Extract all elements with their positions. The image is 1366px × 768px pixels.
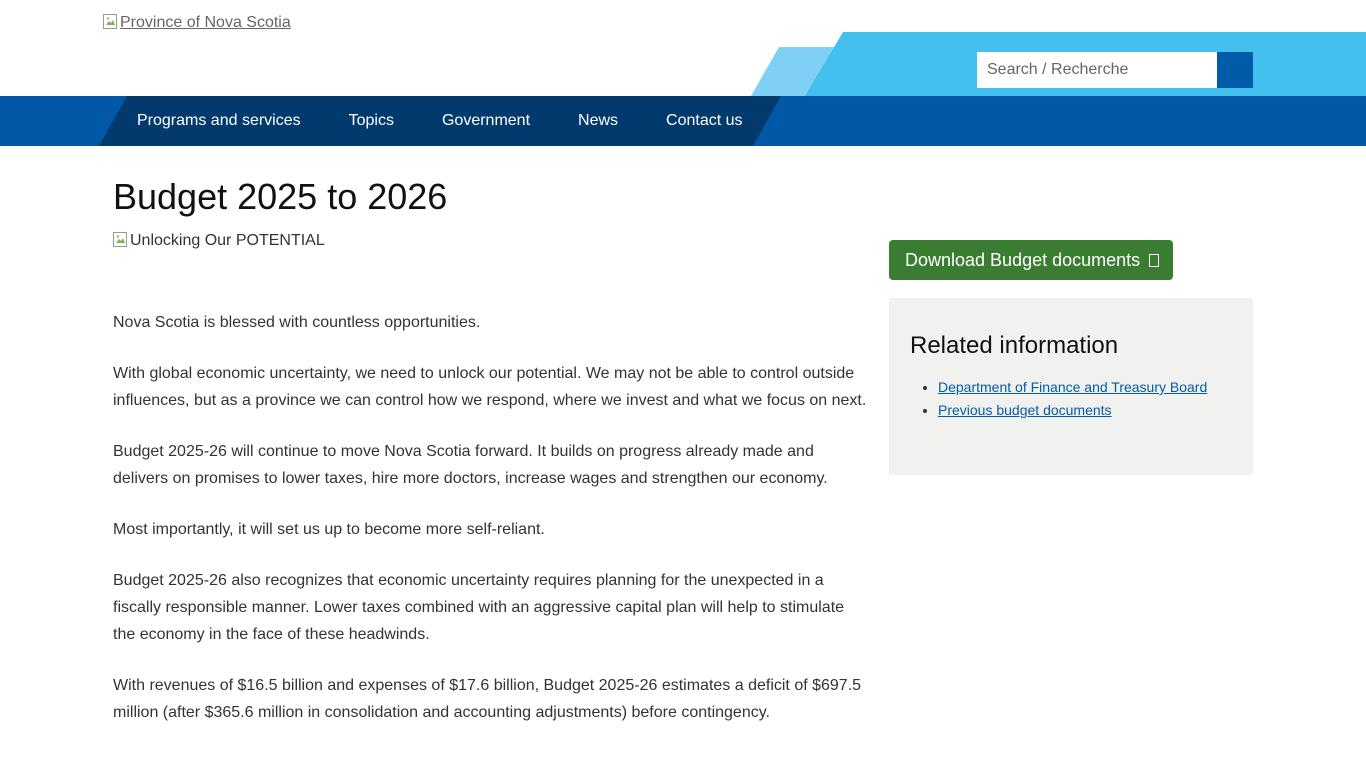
hero-image: Unlocking Our POTENTIAL — [113, 232, 325, 250]
site-logo-alt-text: Province of Nova Scotia — [120, 14, 291, 31]
search-button[interactable] — [1217, 52, 1253, 88]
nav-menu: Programs and services Topics Government … — [99, 96, 781, 146]
paragraph: Nova Scotia is blessed with countless op… — [113, 314, 481, 331]
hero-image-alt-text: Unlocking Our POTENTIAL — [130, 232, 325, 249]
page-title: Budget 2025 to 2026 — [113, 176, 448, 217]
paragraph: With revenues of $16.5 billion and expen… — [113, 677, 862, 721]
paragraph: With global economic uncertainty, we nee… — [113, 365, 867, 409]
paragraph: Most importantly, it will set us up to b… — [113, 521, 545, 538]
broken-image-icon — [103, 14, 119, 30]
link-department-of-finance[interactable]: Department of Finance and Treasury Board — [938, 379, 1207, 395]
broken-image-icon — [113, 232, 129, 248]
nav-item-news[interactable]: News — [578, 112, 618, 130]
download-button-label: Download Budget documents — [905, 249, 1141, 270]
related-information-panel: Related information Department of Financ… — [889, 298, 1253, 475]
document-icon — [1149, 253, 1160, 267]
nav-item-programs-and-services[interactable]: Programs and services — [137, 112, 301, 130]
list-item: Previous budget documents — [938, 399, 1232, 422]
nav-item-contact-us[interactable]: Contact us — [666, 112, 742, 130]
main-navigation: Programs and services Topics Government … — [0, 96, 1366, 146]
paragraph: Budget 2025-26 also recognizes that econ… — [113, 572, 845, 643]
download-budget-documents-button[interactable]: Download Budget documents — [889, 240, 1173, 280]
link-previous-budget-documents[interactable]: Previous budget documents — [938, 402, 1112, 418]
nav-item-topics[interactable]: Topics — [349, 112, 394, 130]
site-logo-link[interactable]: Province of Nova Scotia — [103, 14, 291, 32]
body-text: Nova Scotia is blessed with countless op… — [113, 309, 868, 750]
related-information-title: Related information — [910, 332, 1119, 359]
nav-item-government[interactable]: Government — [442, 112, 530, 130]
search-bar — [977, 52, 1253, 88]
search-input[interactable] — [977, 52, 1217, 88]
related-links-list: Department of Finance and Treasury Board… — [910, 376, 1232, 422]
paragraph: Budget 2025-26 will continue to move Nov… — [113, 443, 828, 487]
list-item: Department of Finance and Treasury Board — [938, 376, 1232, 399]
site-header: Province of Nova Scotia — [0, 0, 1366, 96]
